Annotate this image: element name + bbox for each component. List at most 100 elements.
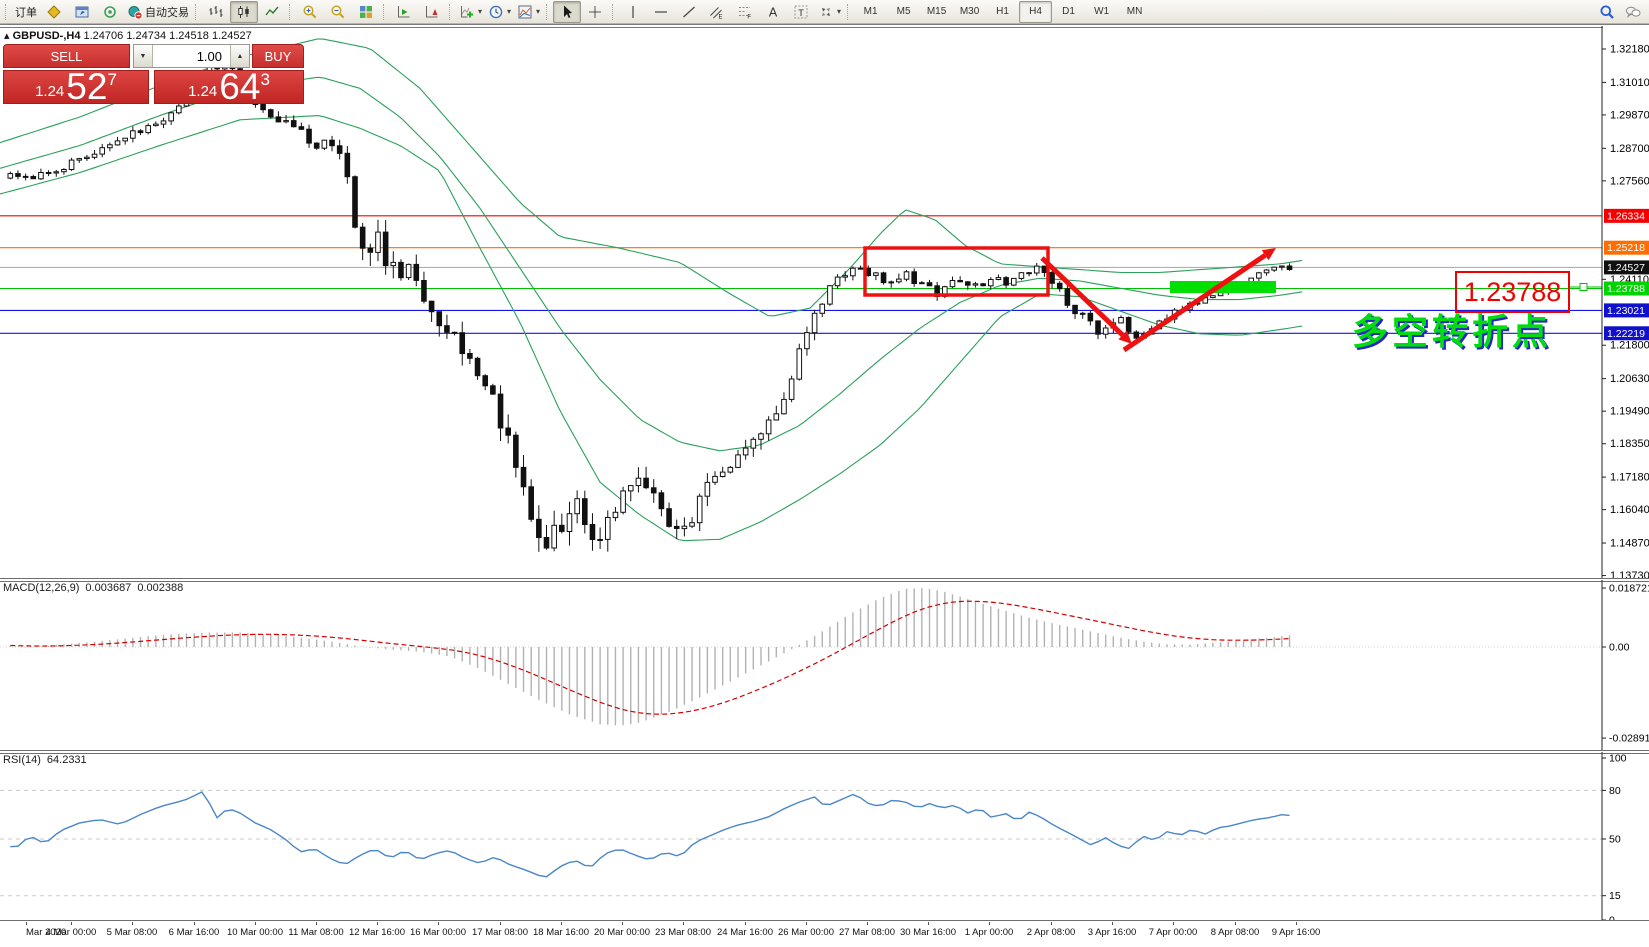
time-tick: [928, 922, 929, 925]
chart-window-button[interactable]: [68, 1, 96, 23]
new-order-button[interactable]: 订单: [12, 1, 40, 23]
chat-button[interactable]: [1625, 4, 1641, 20]
search-icon: [1599, 4, 1615, 20]
time-label: 18 Mar 16:00: [533, 927, 589, 938]
candle-body: [146, 126, 151, 133]
arrows-button[interactable]: ▾: [815, 1, 844, 23]
sell-price-button[interactable]: 1.24 52 7: [3, 70, 149, 104]
time-tick: [561, 922, 562, 925]
indicators-button[interactable]: ▾: [456, 1, 485, 23]
candle-body: [529, 487, 534, 520]
rsi-line[interactable]: [10, 792, 1289, 877]
cursor-icon: [559, 4, 575, 20]
rsi-label: RSI(14)64.2331: [3, 754, 93, 766]
time-label: 4 Mar 00:00: [46, 927, 97, 938]
timeframe-m5-button[interactable]: M5: [887, 1, 920, 23]
timeframe-h1-button[interactable]: H1: [986, 1, 1019, 23]
signal-button[interactable]: [96, 1, 124, 23]
candle-body: [713, 476, 718, 482]
time-label: 12 Mar 16:00: [349, 927, 405, 938]
candle-body: [299, 127, 304, 130]
pivot-point-annotation[interactable]: 多空转折点: [1352, 303, 1552, 355]
candle-body: [789, 379, 794, 399]
sell-button[interactable]: SELL: [3, 44, 130, 68]
price-tick-label: 1.17180: [1610, 472, 1649, 484]
line-chart-button[interactable]: [258, 1, 286, 23]
timeframe-m30-button[interactable]: M30: [953, 1, 986, 23]
search-button[interactable]: [1599, 4, 1615, 20]
price-tick-label: 1.31010: [1610, 77, 1649, 89]
candle-body: [590, 525, 595, 540]
candle-body: [682, 526, 687, 528]
candle-body: [521, 467, 526, 486]
clock-icon: [488, 4, 504, 20]
buy-price-button[interactable]: 1.24 64 3: [154, 70, 304, 104]
candle-body: [1126, 318, 1131, 333]
candle-body: [314, 143, 319, 148]
tiles-icon: [358, 4, 374, 20]
toolbar-grip: [612, 4, 616, 20]
macd-indicator-pane[interactable]: 0.0187210.00-0.028913: [0, 580, 1649, 750]
candle-body: [514, 435, 519, 467]
timeframe-w1-button[interactable]: W1: [1085, 1, 1118, 23]
candle-body: [1011, 278, 1016, 285]
candle-body: [605, 518, 610, 540]
auto-scroll-button[interactable]: [390, 1, 418, 23]
callout-connector-anchor[interactable]: [1580, 284, 1587, 291]
macd-signal-line[interactable]: [10, 601, 1289, 714]
zoom-out-button[interactable]: [324, 1, 352, 23]
time-label: 24 Mar 16:00: [717, 927, 773, 938]
volume-increase-button[interactable]: ▲: [230, 45, 249, 67]
volume-value[interactable]: 1.00: [153, 45, 230, 67]
templates-button[interactable]: ▾: [514, 1, 543, 23]
channel-button[interactable]: E: [703, 1, 731, 23]
candle-body: [62, 170, 67, 172]
candle-body: [177, 106, 182, 113]
cursor-button[interactable]: [553, 1, 581, 23]
candle-body: [31, 177, 36, 179]
candle-body: [108, 145, 113, 148]
label-button[interactable]: T: [787, 1, 815, 23]
text-button[interactable]: A: [759, 1, 787, 23]
candlestick-chart-button[interactable]: [230, 1, 258, 23]
tile-windows-button[interactable]: [352, 1, 380, 23]
volume-decrease-button[interactable]: ▼: [134, 45, 153, 67]
candle-body: [904, 272, 909, 279]
candle-body: [797, 349, 802, 379]
toolbar-grip: [546, 4, 550, 20]
time-tick: [1235, 922, 1236, 925]
timeframe-m1-button[interactable]: M1: [854, 1, 887, 23]
bar-chart-button[interactable]: [202, 1, 230, 23]
time-axis[interactable]: Mar 20204 Mar 00:005 Mar 08:006 Mar 16:0…: [0, 922, 1649, 947]
buy-button[interactable]: BUY: [252, 44, 304, 68]
auto-trading-button[interactable]: 自动交易: [124, 1, 192, 23]
chart-shift-button[interactable]: [418, 1, 446, 23]
rsi-indicator-pane[interactable]: 1008050150: [0, 752, 1649, 921]
symbol-period-label: GBPUSD-,H4: [13, 30, 81, 42]
periods-button[interactable]: ▾: [485, 1, 514, 23]
horizontal-line-button[interactable]: [647, 1, 675, 23]
time-label: 23 Mar 08:00: [655, 927, 711, 938]
panel-collapse-icon[interactable]: ▴: [4, 30, 10, 42]
zoom-in-button[interactable]: [296, 1, 324, 23]
timeframe-d1-button[interactable]: D1: [1052, 1, 1085, 23]
vertical-line-button[interactable]: [619, 1, 647, 23]
candle-body: [483, 376, 488, 386]
consolidation-red-box[interactable]: [865, 248, 1048, 295]
candle-body: [950, 281, 955, 287]
dropdown-caret-icon: ▾: [837, 7, 841, 16]
price-badge-label: 1.23788: [1607, 283, 1645, 295]
timeframe-h4-button[interactable]: H4: [1019, 1, 1052, 23]
bollinger-middle-band[interactable]: [0, 77, 1302, 451]
timeframe-mn-button[interactable]: MN: [1118, 1, 1151, 23]
crosshair-button[interactable]: [581, 1, 609, 23]
zoomin-icon: [302, 4, 318, 20]
gold-diamond-button[interactable]: [40, 1, 68, 23]
timeframe-m15-button[interactable]: M15: [920, 1, 953, 23]
candle-body: [460, 333, 465, 354]
candle-body: [268, 110, 273, 117]
trendline-button[interactable]: [675, 1, 703, 23]
fibonacci-button[interactable]: F: [731, 1, 759, 23]
macd-name: MACD(12,26,9): [3, 582, 79, 594]
candle-body: [996, 278, 1001, 280]
